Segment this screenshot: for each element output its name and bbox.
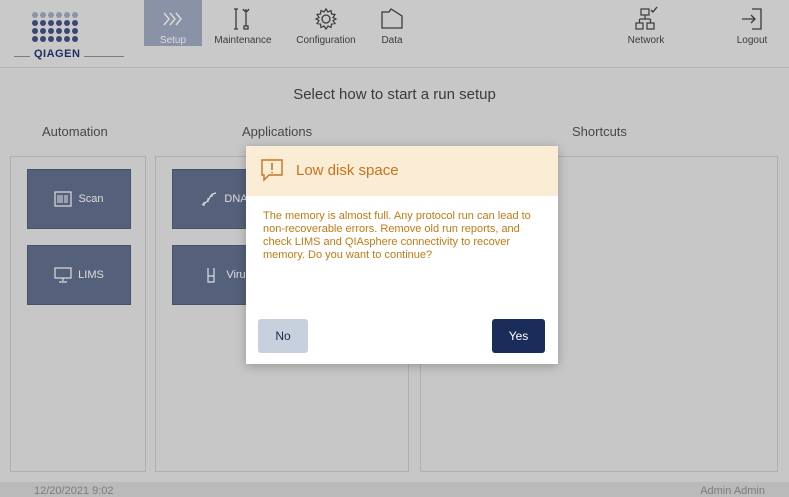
warning-icon — [261, 159, 283, 182]
no-button[interactable]: No — [258, 319, 308, 353]
low-disk-dialog: Low disk space The memory is almost full… — [246, 146, 558, 364]
dialog-title: Low disk space — [296, 162, 399, 179]
dialog-header: Low disk space — [246, 146, 558, 196]
yes-button[interactable]: Yes — [492, 319, 545, 353]
dialog-message: The memory is almost full. Any protocol … — [263, 210, 531, 261]
